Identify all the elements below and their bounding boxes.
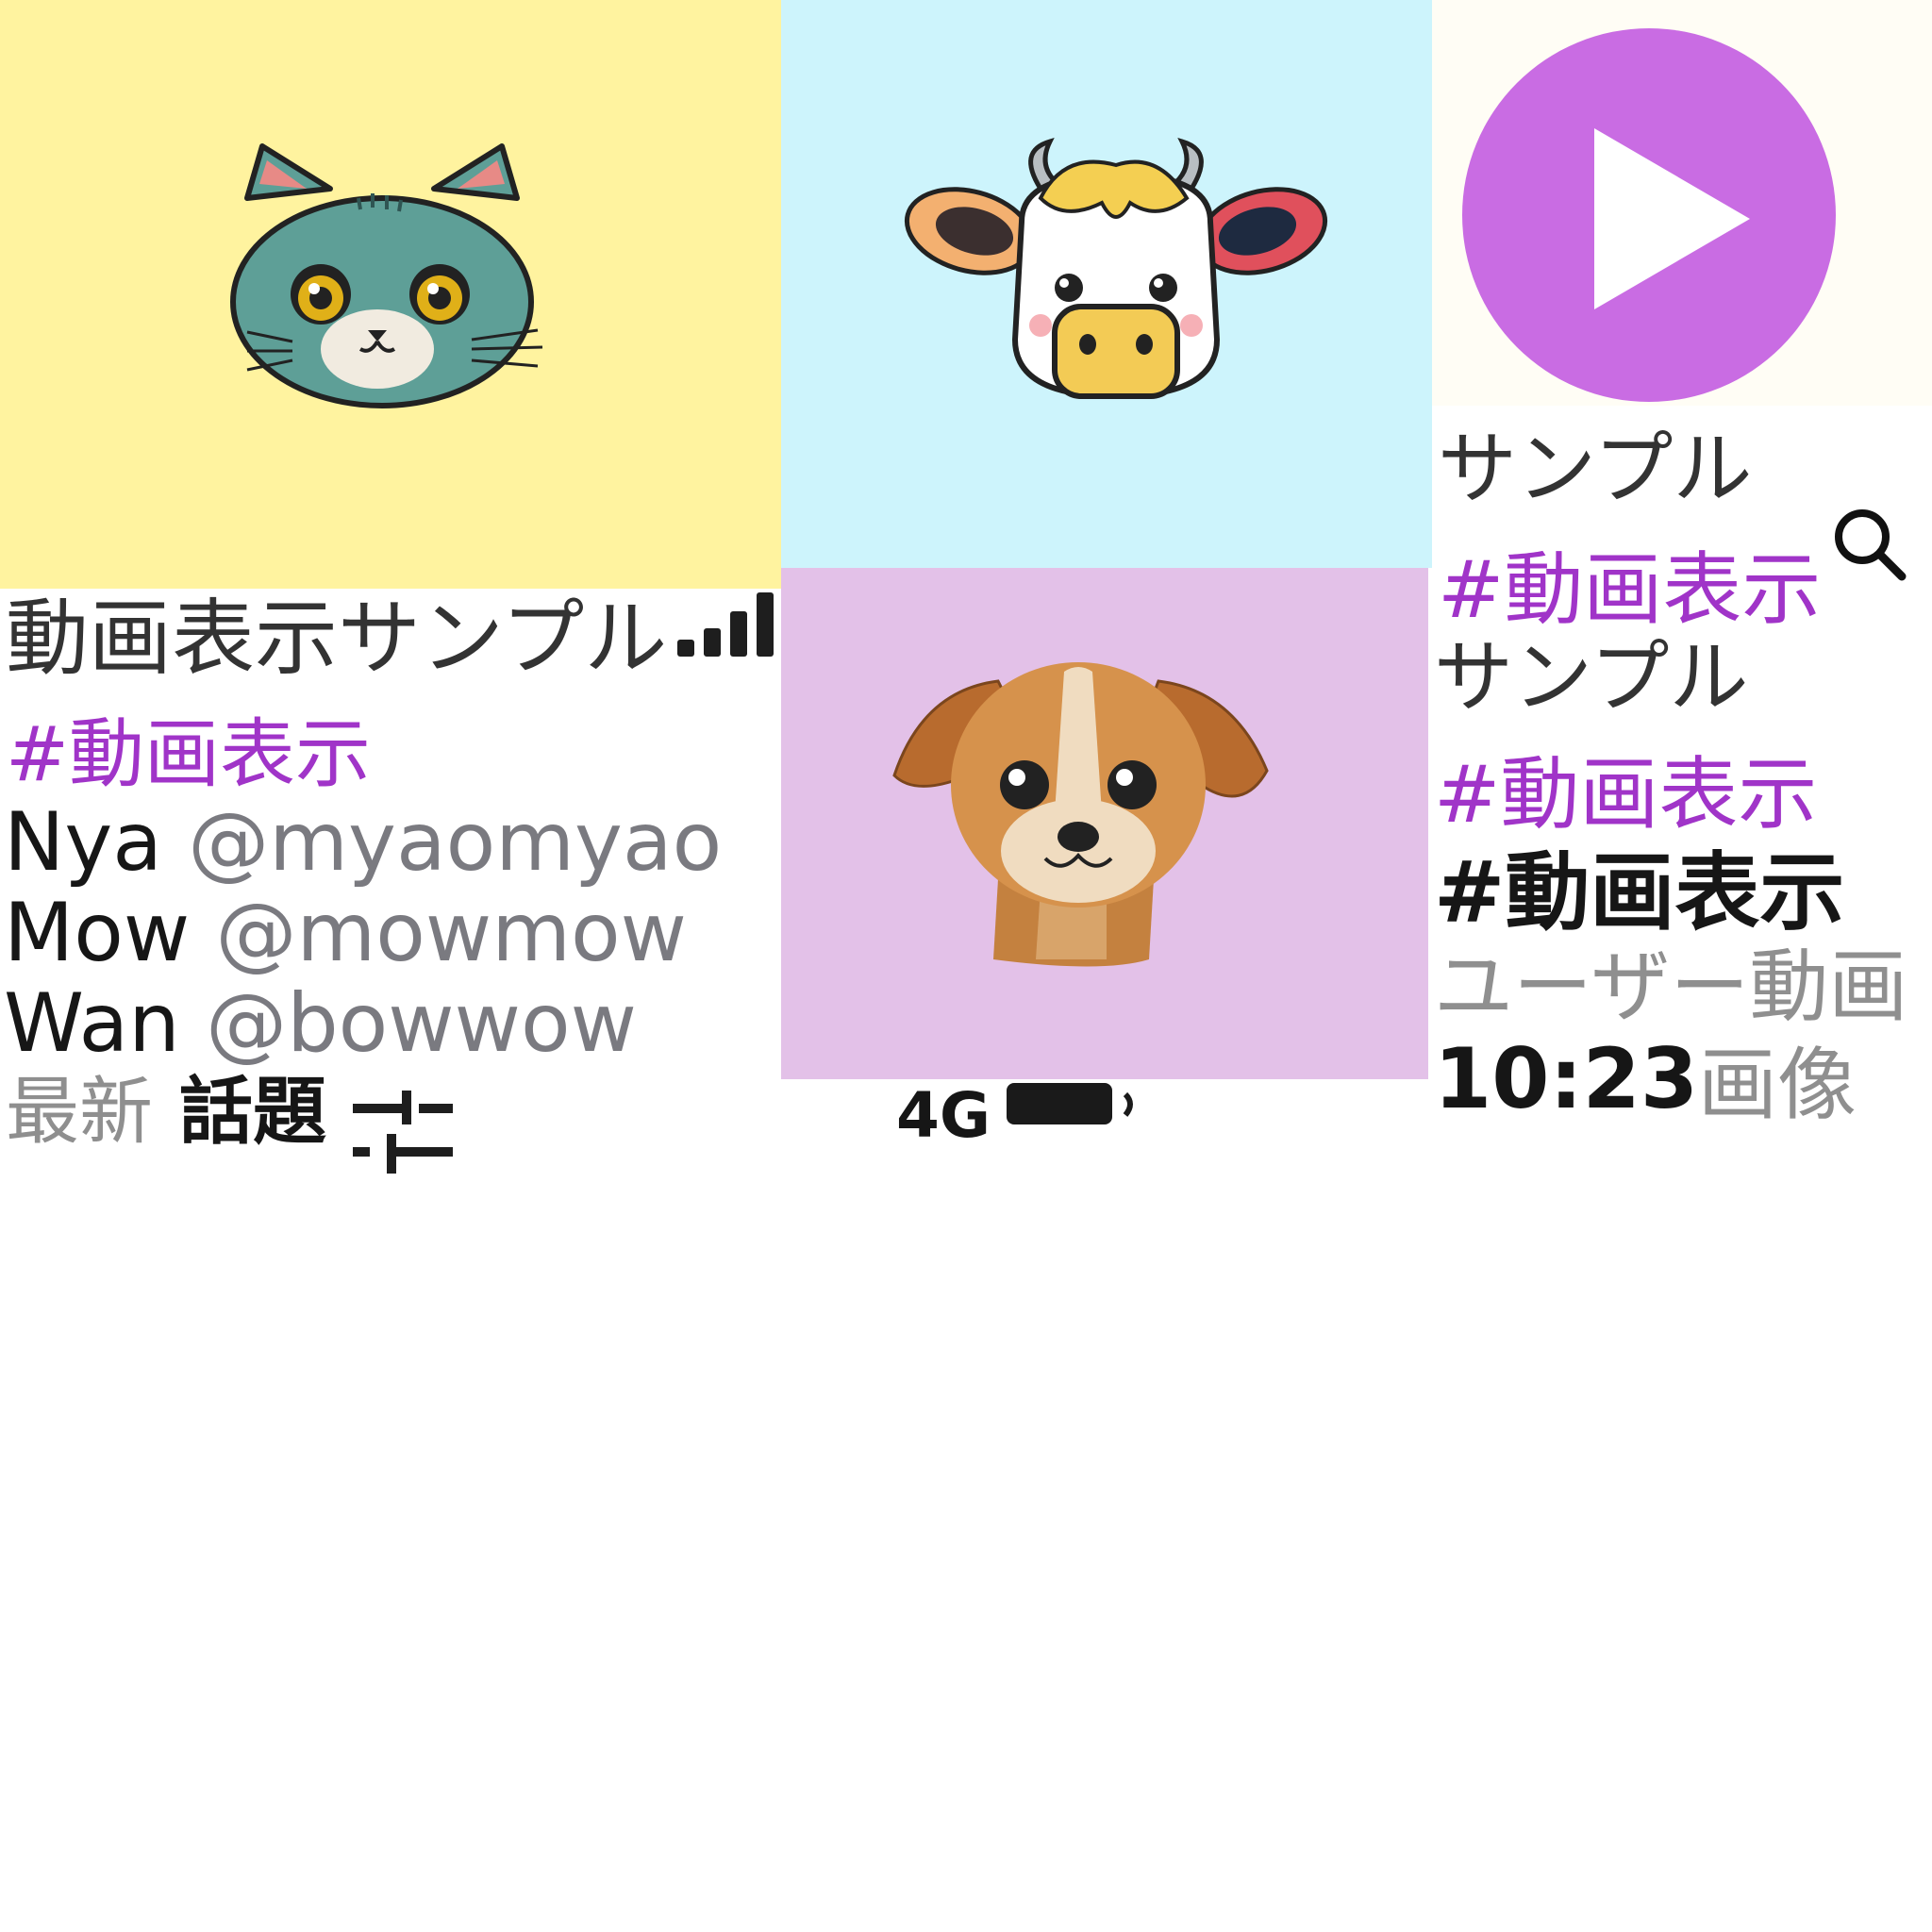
dog-thumbnail[interactable] [781, 568, 1428, 1079]
hashtag-heading: #動画表示 [1434, 843, 1845, 942]
sample-label: サンプル [1438, 423, 1753, 515]
account-name: Mow [4, 886, 191, 980]
app-title: 動画表示サンプル [6, 590, 668, 687]
hashtag-link[interactable]: #動画表示 [1434, 755, 1817, 834]
cow-thumbnail[interactable] [781, 0, 1432, 568]
account-row[interactable]: Wan @bowwow [4, 983, 722, 1074]
cat-thumbnail[interactable] [0, 0, 781, 589]
image-label: 画像 [1698, 1039, 1857, 1131]
tab-topics[interactable]: 話題 [179, 1075, 326, 1149]
account-row[interactable]: Nya @myaomyao [4, 802, 722, 892]
cow-image [904, 138, 1328, 400]
cat-image [230, 143, 543, 408]
account-row[interactable]: Mow @mowmow [4, 892, 722, 983]
account-handle: @myaomyao [188, 795, 723, 890]
play-thumbnail[interactable] [1432, 0, 1932, 406]
signal-icon [677, 592, 774, 657]
user-video-label: ユーザー動画 [1434, 941, 1908, 1033]
account-handle: @bowwow [206, 976, 637, 1071]
play-icon[interactable] [1432, 0, 1932, 406]
hashtag-link[interactable]: #動画表示 [6, 717, 371, 792]
account-list: Nya @myaomyao Mow @mowmow Wan @bowwow [4, 802, 722, 1074]
dog-image [892, 662, 1269, 967]
network-label: 4G [896, 1079, 991, 1152]
search-icon[interactable] [1830, 505, 1907, 582]
tab-latest[interactable]: 最新 [6, 1075, 153, 1149]
sample-label: サンプル [1434, 631, 1749, 724]
account-handle: @mowmow [215, 886, 687, 980]
hashtag-link[interactable]: #動画表示 [1438, 550, 1821, 629]
account-name: Nya [4, 795, 162, 890]
video-time: 10:23 [1434, 1030, 1699, 1127]
filter-icon[interactable] [351, 1085, 455, 1175]
account-name: Wan [4, 976, 180, 1071]
battery-icon [1007, 1083, 1133, 1124]
